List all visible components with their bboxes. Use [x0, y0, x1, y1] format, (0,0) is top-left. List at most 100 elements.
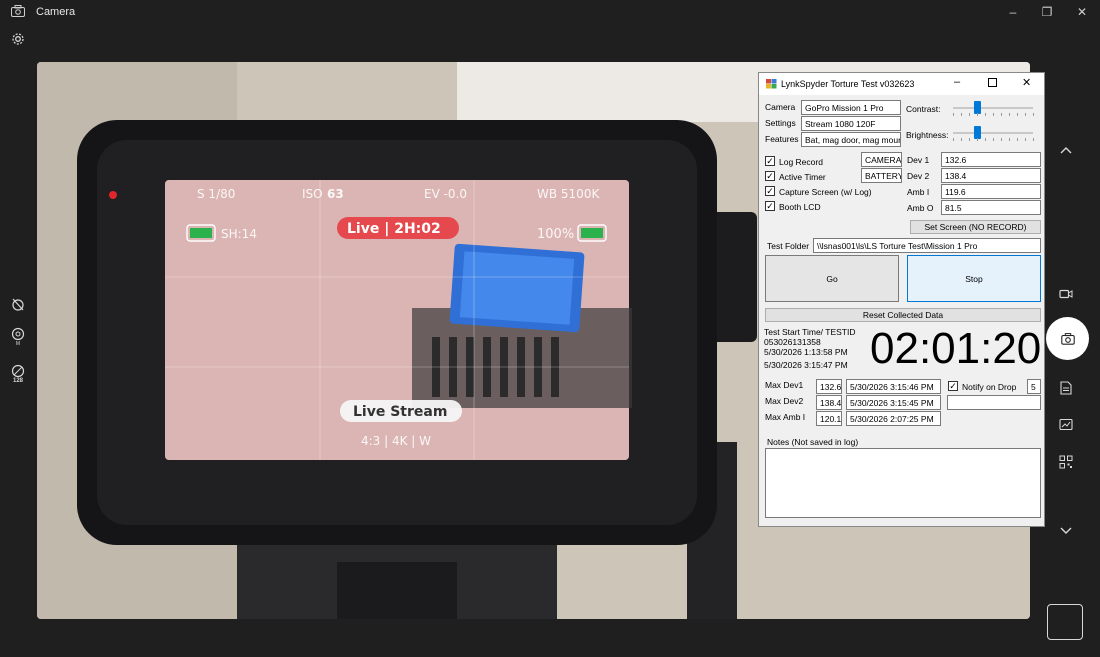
close-button[interactable]: ✕	[1065, 0, 1099, 24]
slider-tick	[985, 138, 986, 141]
notify-threshold-field[interactable]: 5	[1027, 379, 1041, 394]
amb-o-field[interactable]: 81.5	[941, 200, 1041, 215]
test-id-value: 053026131358	[764, 337, 821, 347]
brightness-slider[interactable]	[953, 132, 1033, 134]
features-field[interactable]: Bat, mag door, mag mount	[801, 132, 901, 147]
timer-off-icon	[12, 298, 24, 311]
app-title: Camera	[36, 6, 76, 18]
active-timer-checkbox[interactable]: ✓	[765, 171, 775, 181]
qr-code-icon	[1059, 455, 1073, 469]
settings-field[interactable]: Stream 1080 120F	[801, 116, 901, 131]
go-button[interactable]: Go	[765, 255, 899, 302]
brightness-label: Brightness:	[906, 130, 949, 140]
qr-code-mode-button[interactable]	[1054, 450, 1078, 474]
dev2-label: Dev 2	[907, 171, 930, 181]
tool-minimize-button[interactable]: –	[954, 76, 960, 88]
amb-i-field[interactable]: 119.6	[941, 184, 1041, 199]
reset-collected-data-button[interactable]: Reset Collected Data	[765, 308, 1041, 322]
notify-on-drop-checkbox[interactable]: ✓	[948, 381, 958, 391]
log-record-checkbox[interactable]: ✓	[765, 156, 775, 166]
slider-tick	[1033, 113, 1034, 116]
collapse-down-button[interactable]	[1054, 519, 1078, 543]
pro-mode-icon	[11, 327, 25, 341]
window-title-bar: LynkSpyder Torture Test v032623 – ✕	[759, 73, 1044, 95]
slider-tick	[977, 113, 978, 116]
max-dev2-value[interactable]: 138.4	[816, 395, 842, 410]
chevron-down-icon	[1060, 527, 1072, 534]
camera-field[interactable]: GoPro Mission 1 Pro	[801, 100, 901, 115]
document-mode-button[interactable]	[1054, 376, 1078, 400]
hud-shutter: S 1/80	[197, 187, 235, 201]
capture-screen-checkbox[interactable]: ✓	[765, 186, 775, 196]
window-title: LynkSpyder Torture Test v032623	[781, 79, 915, 89]
set-screen-button[interactable]: Set Screen (NO RECORD)	[910, 220, 1041, 234]
max-dev1-value[interactable]: 132.6	[816, 379, 842, 394]
exposure-icon	[11, 364, 25, 378]
settings-button[interactable]	[6, 27, 30, 51]
hud-ev: EV -0.0	[424, 187, 467, 201]
minimize-button[interactable]: –	[996, 0, 1030, 24]
minimize-icon: –	[1009, 5, 1017, 19]
restore-icon: ❐	[1041, 5, 1053, 19]
video-camera-icon	[1059, 289, 1073, 299]
slider-tick	[1025, 138, 1026, 141]
video-mode-button[interactable]	[1054, 282, 1078, 306]
last-capture-thumbnail[interactable]	[1047, 604, 1083, 640]
battery-status-field[interactable]: BATTERY	[861, 168, 902, 183]
app-icon	[766, 79, 777, 89]
hud-battery-pct: 100%	[537, 227, 574, 242]
notes-field[interactable]	[765, 448, 1041, 518]
timer-off-button[interactable]	[6, 292, 30, 316]
hud-wb: WB 5100K	[537, 187, 600, 201]
max-amb-i-time[interactable]: 5/30/2026 2:07:25 PM	[846, 411, 941, 426]
close-icon: ✕	[1076, 5, 1088, 19]
contrast-label: Contrast:	[906, 104, 941, 114]
slider-tick	[953, 138, 954, 141]
document-icon	[1060, 381, 1072, 395]
slider-tick	[961, 138, 962, 141]
notify-extra-field[interactable]	[947, 395, 1041, 410]
mode-badge: M	[15, 341, 21, 347]
dev2-field[interactable]: 138.4	[941, 168, 1041, 183]
torture-test-window: LynkSpyder Torture Test v032623 – ✕ Came…	[758, 72, 1045, 527]
notify-on-drop-label: Notify on Drop	[962, 382, 1017, 392]
max-dev2-label: Max Dev2	[765, 396, 804, 406]
timer-badge: 128	[12, 378, 23, 384]
stop-button[interactable]: Stop	[907, 255, 1041, 302]
slider-tick	[1017, 113, 1018, 116]
test-folder-field[interactable]: \\lsnas001\ls\LS Torture Test\Mission 1 …	[813, 238, 1041, 253]
max-dev1-time[interactable]: 5/30/2026 3:15:46 PM	[846, 379, 941, 394]
tool-maximize-button[interactable]	[988, 78, 997, 87]
camera-label: Camera	[765, 102, 796, 112]
max-dev2-time[interactable]: 5/30/2026 3:15:45 PM	[846, 395, 941, 410]
contrast-slider[interactable]	[953, 107, 1033, 109]
tool-close-button[interactable]: ✕	[1022, 76, 1031, 89]
chevron-up-icon	[1060, 147, 1072, 154]
camera-status-field[interactable]: CAMERA	[861, 152, 902, 167]
max-dev1-label: Max Dev1	[765, 380, 804, 390]
slider-tick	[1001, 113, 1002, 116]
exposure-button[interactable]: 128	[6, 362, 30, 386]
collapse-up-button[interactable]	[1054, 138, 1078, 162]
slider-tick	[1033, 138, 1034, 141]
whiteboard-mode-button[interactable]	[1054, 413, 1078, 437]
features-label: Features	[765, 134, 799, 144]
slider-tick	[969, 138, 970, 141]
restore-button[interactable]: ❐	[1030, 0, 1064, 24]
pro-mode-button[interactable]: M	[6, 325, 30, 349]
dev1-label: Dev 1	[907, 155, 930, 165]
slider-tick	[1009, 138, 1010, 141]
slider-tick	[953, 113, 954, 116]
dev1-field[interactable]: 132.6	[941, 152, 1041, 167]
max-amb-i-value[interactable]: 120.1	[816, 411, 842, 426]
start-time-value: 5/30/2026 1:13:58 PM	[764, 347, 848, 357]
capture-screen-label: Capture Screen (w/ Log)	[779, 187, 872, 197]
whiteboard-icon	[1059, 418, 1073, 431]
slider-tick	[993, 113, 994, 116]
notes-label: Notes (Not saved in log)	[767, 437, 859, 447]
photo-shutter-button[interactable]	[1046, 317, 1089, 360]
amb-o-label: Amb O	[907, 203, 934, 213]
booth-lcd-label: Booth LCD	[779, 202, 821, 212]
booth-lcd-checkbox[interactable]: ✓	[765, 201, 775, 211]
slider-tick	[1025, 113, 1026, 116]
